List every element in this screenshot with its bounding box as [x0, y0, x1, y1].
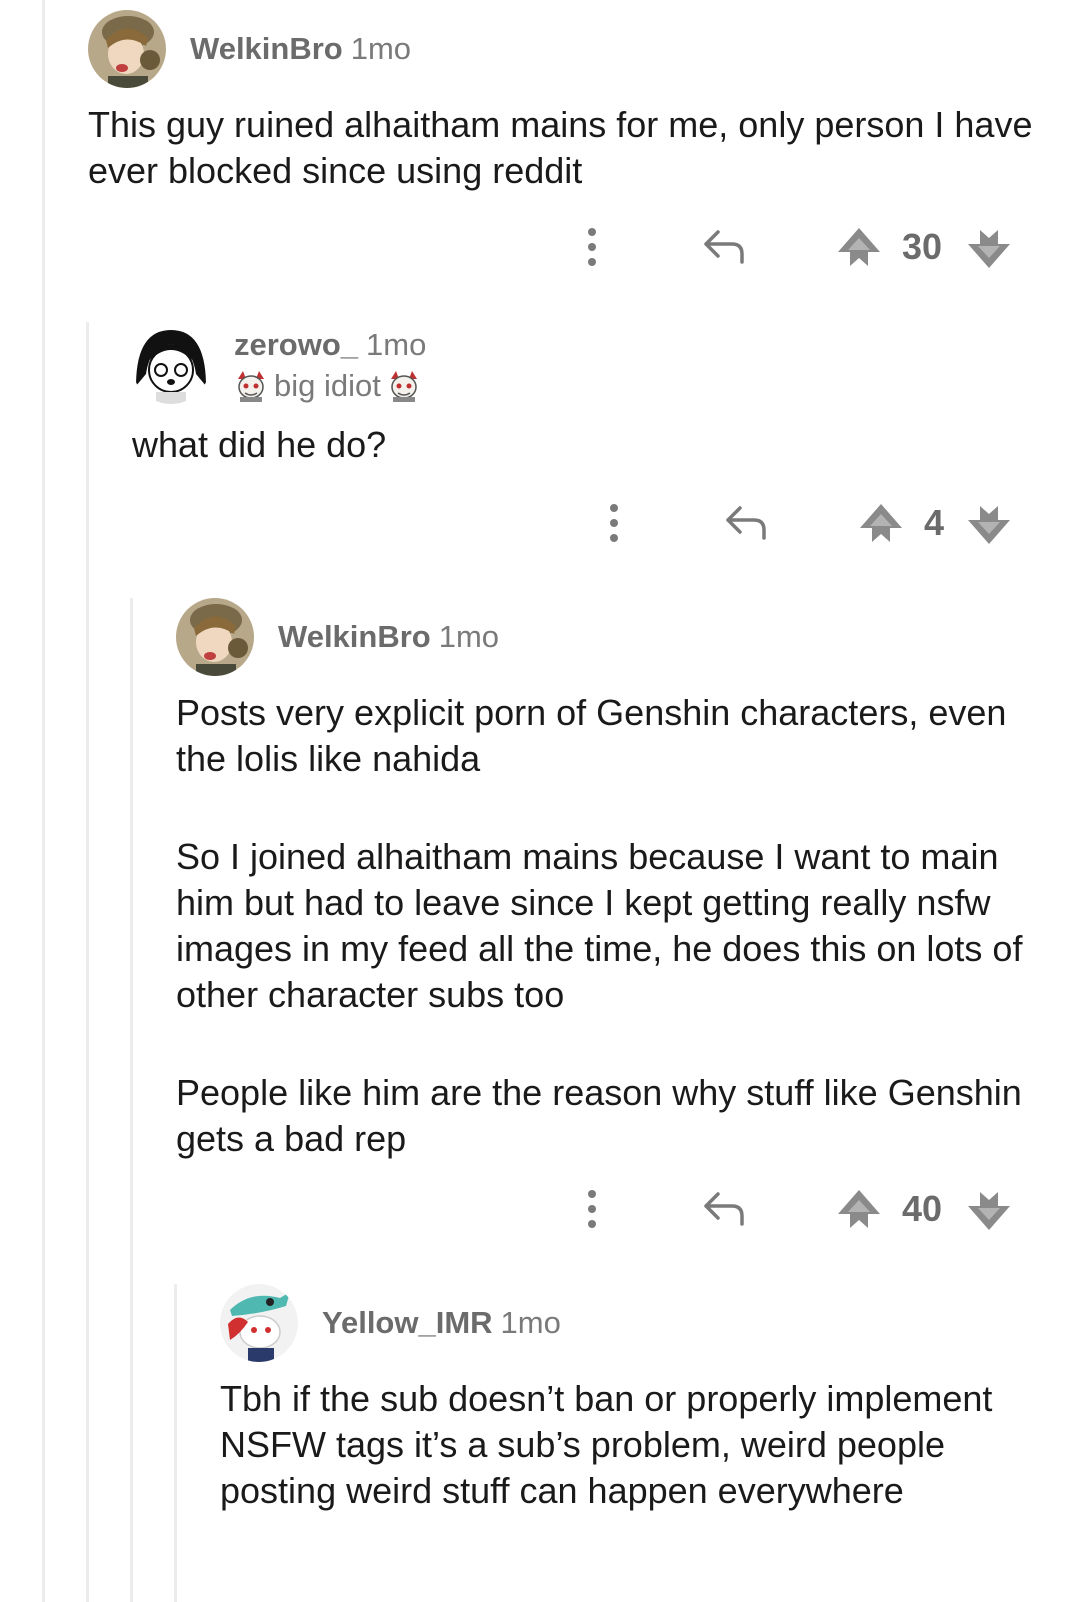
comment-age: 1mo: [366, 327, 427, 362]
comment-author[interactable]: WelkinBro: [190, 31, 343, 66]
comment-age: 1mo: [500, 1305, 561, 1341]
downvote-arrow-icon[interactable]: [966, 228, 1012, 270]
comment-body: what did he do?: [132, 422, 1032, 468]
comment-age: 1mo: [438, 619, 500, 655]
demon-mask-icon: [238, 370, 264, 402]
comment-actions: 40: [570, 1184, 1030, 1234]
comment-text: Tbh if the sub doesn’t ban or properly i…: [220, 1378, 993, 1511]
comment-meta: zerowo_ 1mo big idiot: [234, 326, 426, 404]
thread-line-level-2[interactable]: [130, 598, 133, 1602]
comment-body: Tbh if the sub doesn’t ban or properly i…: [220, 1376, 1040, 1514]
vote-score: 40: [902, 1188, 943, 1229]
comment-actions: 4: [592, 498, 1032, 548]
comment-header: zerowo_ 1mo big idiot: [132, 326, 1032, 405]
thread-line-level-1[interactable]: [86, 322, 89, 1602]
comment-header: Yellow_IMR 1mo: [220, 1284, 1040, 1362]
downvote-arrow-icon[interactable]: [966, 504, 1012, 546]
comment: WelkinBro 1mo Posts very explicit porn of…: [176, 598, 1026, 1162]
user-flair: big idiot: [234, 367, 426, 404]
comment-text: Posts very explicit porn of Genshin char…: [176, 692, 1007, 779]
comment-header: WelkinBro 1mo: [176, 598, 1026, 676]
comment: WelkinBro 1mo This guy ruined alhaitham m…: [88, 10, 1038, 194]
reply-arrow-icon[interactable]: [702, 1190, 746, 1228]
vertical-dots-icon[interactable]: [606, 503, 622, 543]
vertical-dots-icon[interactable]: [584, 1189, 600, 1229]
flair-text: big idiot: [274, 368, 381, 404]
reply-arrow-icon[interactable]: [724, 504, 768, 542]
upvote-arrow-icon[interactable]: [836, 1188, 882, 1230]
anime-girl-avatar-icon[interactable]: [132, 326, 210, 405]
thread-line-root[interactable]: [42, 0, 45, 1602]
comment-actions: 30: [570, 222, 1030, 272]
thread-line-level-3[interactable]: [174, 1284, 177, 1602]
comment-author[interactable]: zerowo_: [234, 327, 358, 362]
upvote-arrow-icon[interactable]: [836, 226, 882, 268]
comment-author[interactable]: WelkinBro: [278, 619, 431, 654]
downvote-arrow-icon[interactable]: [966, 1190, 1012, 1232]
comment-header: WelkinBro 1mo: [88, 10, 1038, 88]
soldier-avatar-icon[interactable]: [176, 598, 254, 676]
comment-text: This guy ruined alhaitham mains for me, …: [88, 104, 1033, 191]
demon-mask-icon: [390, 370, 417, 402]
upvote-arrow-icon[interactable]: [858, 502, 904, 544]
comment: Yellow_IMR 1mo Tbh if the sub doesn’t ban…: [220, 1284, 1040, 1514]
comment-author[interactable]: Yellow_IMR: [322, 1305, 493, 1340]
comment-text: People like him are the reason why stuff…: [176, 1072, 1022, 1159]
comment: zerowo_ 1mo big idiot what did he do?: [132, 326, 1032, 468]
snoo-shark-hat-avatar-icon[interactable]: [220, 1284, 298, 1362]
comment-body: Posts very explicit porn of Genshin char…: [176, 690, 1026, 1162]
comment-age: 1mo: [350, 31, 412, 67]
comment-body: This guy ruined alhaitham mains for me, …: [88, 102, 1038, 194]
vote-score: 4: [924, 502, 945, 543]
reply-arrow-icon[interactable]: [702, 228, 746, 266]
comment-text: So I joined alhaitham mains because I wa…: [176, 836, 1023, 1015]
vertical-dots-icon[interactable]: [584, 227, 600, 267]
vote-score: 30: [902, 226, 943, 267]
soldier-avatar-icon[interactable]: [88, 10, 166, 88]
comment-meta: Yellow_IMR 1mo: [322, 1304, 561, 1341]
comment-meta: WelkinBro 1mo: [190, 30, 411, 67]
comment-meta: WelkinBro 1mo: [278, 618, 499, 655]
comment-text: what did he do?: [132, 424, 387, 466]
